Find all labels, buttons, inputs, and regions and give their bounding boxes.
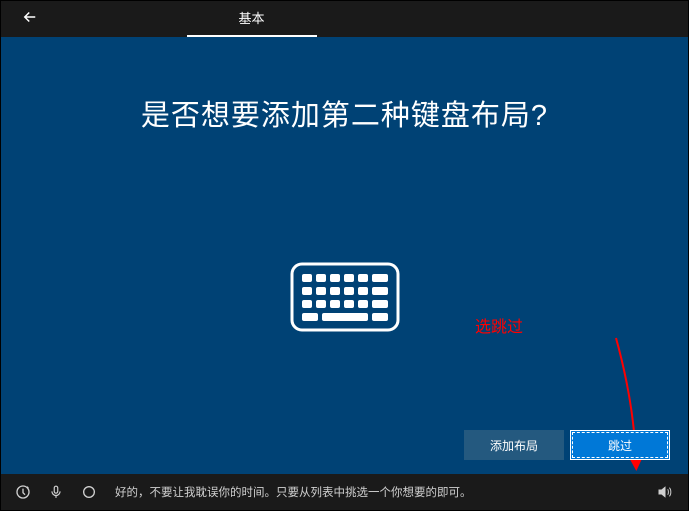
volume-icon[interactable] — [656, 484, 674, 500]
add-layout-button[interactable]: 添加布局 — [464, 430, 564, 460]
skip-button[interactable]: 跳过 — [570, 430, 670, 460]
cortana-text: 好的，不要让我耽误你的时间。只要从列表中挑选一个你想要的即可。 — [115, 484, 638, 500]
oobe-screen: 基本 是否想要添加第二种键盘布局? — [0, 0, 689, 511]
button-row: 添加布局 跳过 — [464, 430, 670, 460]
page-title: 是否想要添加第二种键盘布局? — [1, 92, 688, 134]
taskbar: 好的，不要让我耽误你的时间。只要从列表中挑选一个你想要的即可。 — [1, 474, 688, 510]
top-bar: 基本 — [1, 1, 688, 37]
cortana-icon[interactable] — [81, 484, 97, 500]
accessibility-icon[interactable] — [15, 484, 31, 500]
tab-basic[interactable]: 基本 — [187, 1, 317, 37]
back-button[interactable] — [17, 4, 43, 35]
annotation-text: 选跳过 — [475, 313, 523, 337]
main-panel: 是否想要添加第二种键盘布局? — [1, 37, 688, 474]
microphone-icon[interactable] — [49, 484, 63, 500]
keyboard-icon — [290, 262, 400, 337]
